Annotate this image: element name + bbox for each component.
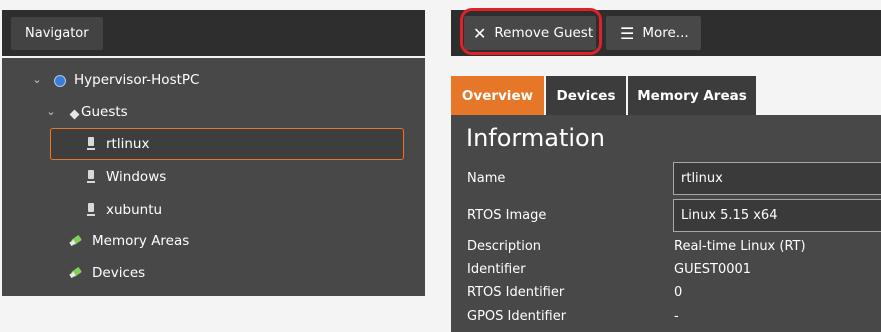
toolbar: ✕ Remove Guest ☰ More...: [451, 10, 881, 56]
tree-item-label: Devices: [92, 265, 146, 281]
tree-item-guest-xubuntu[interactable]: xubuntu: [87, 197, 163, 223]
tree-item-hypervisor[interactable]: ⌄ Hypervisor-HostPC: [30, 67, 199, 93]
tree-item-label: Memory Areas: [92, 233, 190, 249]
chevron-down-icon[interactable]: ⌄: [44, 105, 58, 119]
navigator-tree: [2, 58, 425, 296]
remove-guest-button[interactable]: ✕ Remove Guest: [464, 16, 596, 50]
tree-item-guest-rtlinux[interactable]: rtlinux: [87, 131, 150, 157]
leaf-icon: [70, 269, 82, 277]
rtos-image-label: RTOS Image: [467, 208, 547, 223]
name-label: Name: [467, 171, 506, 186]
description-value: Real-time Linux (RT): [674, 239, 806, 254]
tree-item-label: Windows: [106, 169, 167, 185]
tree-item-label: Hypervisor-HostPC: [74, 72, 200, 88]
tree-item-guest-windows[interactable]: Windows: [87, 164, 167, 190]
guest-icon: [87, 203, 95, 217]
remove-guest-label: Remove Guest: [494, 25, 594, 41]
tab-memory-areas[interactable]: Memory Areas: [628, 76, 756, 115]
tree-item-label: rtlinux: [106, 136, 150, 152]
rtos-identifier-label: RTOS Identifier: [467, 285, 565, 300]
identifier-label: Identifier: [467, 262, 526, 277]
gpos-identifier-label: GPOS Identifier: [467, 309, 567, 324]
rtos-image-field[interactable]: Linux 5.15 x64: [673, 199, 881, 232]
name-field[interactable]: rtlinux: [673, 162, 881, 195]
navigator-header: Navigator: [2, 10, 425, 56]
identifier-value: GUEST0001: [674, 262, 752, 277]
more-button[interactable]: ☰ More...: [606, 16, 701, 50]
tab-devices[interactable]: Devices: [546, 76, 626, 115]
gear-icon: [69, 109, 80, 119]
leaf-icon: [70, 237, 82, 245]
overview-panel: Information Name rtlinux RTOS Image Linu…: [451, 115, 881, 332]
navigator-title[interactable]: Navigator: [11, 17, 103, 50]
information-heading: Information: [466, 124, 605, 152]
tree-item-label: Guests: [81, 104, 128, 120]
tree-item-label: xubuntu: [106, 202, 163, 218]
rtos-identifier-value: 0: [674, 285, 683, 300]
close-icon: ✕: [473, 23, 487, 43]
gpos-identifier-value: -: [674, 309, 679, 324]
tree-item-guests[interactable]: ⌄ Guests: [44, 99, 128, 125]
tree-item-devices[interactable]: Devices: [70, 260, 145, 286]
globe-icon: [54, 74, 66, 87]
tab-bar: Overview Devices Memory Areas: [451, 72, 881, 115]
description-label: Description: [467, 239, 542, 254]
tab-overview[interactable]: Overview: [451, 76, 544, 115]
tree-item-memory-areas[interactable]: Memory Areas: [70, 228, 189, 254]
more-label: More...: [642, 25, 689, 41]
chevron-down-icon[interactable]: ⌄: [30, 73, 44, 87]
guest-icon: [87, 137, 95, 151]
hamburger-icon: ☰: [620, 23, 635, 43]
guest-icon: [87, 170, 95, 184]
